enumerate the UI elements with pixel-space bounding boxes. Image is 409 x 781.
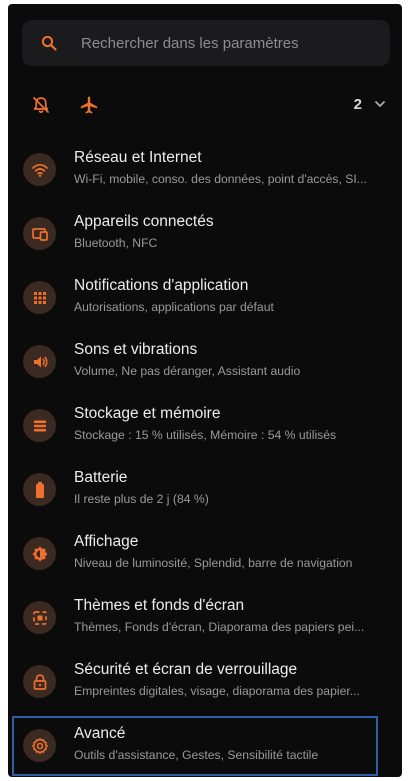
speaker-icon (23, 345, 56, 378)
settings-item-title: Affichage (74, 533, 139, 550)
settings-item-title: Stockage et mémoire (74, 405, 221, 422)
settings-item-title: Thèmes et fonds d'écran (74, 597, 245, 614)
settings-item-themes[interactable]: Thèmes et fonds d'écran Thèmes, Fonds d'… (8, 588, 402, 652)
themes-icon (23, 601, 56, 634)
battery-icon (23, 473, 56, 506)
settings-item-title: Avancé (74, 725, 126, 742)
settings-item-title: Sécurité et écran de verrouillage (74, 661, 298, 678)
settings-item-subtitle: Autorisations, applications par défaut (74, 300, 274, 314)
settings-item-subtitle: Niveau de luminosité, Splendid, barre de… (74, 556, 353, 570)
search-icon (39, 33, 59, 53)
settings-item-title: Réseau et Internet (74, 149, 202, 166)
gear-icon (23, 729, 56, 762)
settings-item-title: Appareils connectés (74, 213, 214, 230)
settings-item-connected-devices[interactable]: Appareils connectés Bluetooth, NFC (8, 204, 402, 268)
settings-item-storage[interactable]: Stockage et mémoire Stockage : 15 % util… (8, 396, 402, 460)
settings-item-advanced[interactable]: Avancé Outils d'assistance, Gestes, Sens… (8, 716, 402, 777)
chevron-down-icon[interactable] (372, 96, 388, 112)
connected-devices-icon (23, 217, 56, 250)
airplane-icon[interactable] (78, 94, 100, 116)
settings-item-sounds[interactable]: Sons et vibrations Volume, Ne pas dérang… (8, 332, 402, 396)
settings-screen: Rechercher dans les paramètres 2 Réseau … (8, 4, 402, 777)
quick-settings-count: 2 (353, 96, 362, 113)
settings-item-app-notifications[interactable]: Notifications d'application Autorisation… (8, 268, 402, 332)
search-bar[interactable]: Rechercher dans les paramètres (22, 20, 390, 66)
settings-item-security[interactable]: Sécurité et écran de verrouillage Emprei… (8, 652, 402, 716)
settings-item-battery[interactable]: Batterie Il reste plus de 2 j (84 %) (8, 460, 402, 524)
storage-icon (23, 409, 56, 442)
settings-item-subtitle: Stockage : 15 % utilisés, Mémoire : 54 %… (74, 428, 337, 442)
settings-item-title: Sons et vibrations (74, 341, 198, 358)
apps-grid-icon (23, 281, 56, 314)
wifi-icon (23, 153, 56, 186)
settings-item-subtitle: Bluetooth, NFC (74, 236, 158, 250)
search-placeholder[interactable]: Rechercher dans les paramètres (81, 35, 299, 52)
settings-item-subtitle: Outils d'assistance, Gestes, Sensibilité… (74, 748, 319, 762)
do-not-disturb-off-icon[interactable] (30, 94, 52, 116)
brightness-icon (23, 537, 56, 570)
settings-item-subtitle: Thèmes, Fonds d'écran, Diaporama des pap… (74, 620, 365, 634)
settings-list: Réseau et Internet Wi-Fi, mobile, conso.… (8, 140, 402, 777)
settings-item-title: Batterie (74, 469, 128, 486)
settings-item-subtitle: Il reste plus de 2 j (84 %) (74, 492, 209, 506)
settings-item-display[interactable]: Affichage Niveau de luminosité, Splendid… (8, 524, 402, 588)
lock-icon (23, 665, 56, 698)
settings-item-subtitle: Volume, Ne pas déranger, Assistant audio (74, 364, 301, 378)
settings-item-title: Notifications d'application (74, 277, 249, 294)
settings-item-subtitle: Empreintes digitales, visage, diaporama … (74, 684, 360, 698)
settings-item-network[interactable]: Réseau et Internet Wi-Fi, mobile, conso.… (8, 140, 402, 204)
quick-settings-row: 2 (8, 86, 402, 126)
settings-item-subtitle: Wi-Fi, mobile, conso. des données, point… (74, 172, 367, 186)
